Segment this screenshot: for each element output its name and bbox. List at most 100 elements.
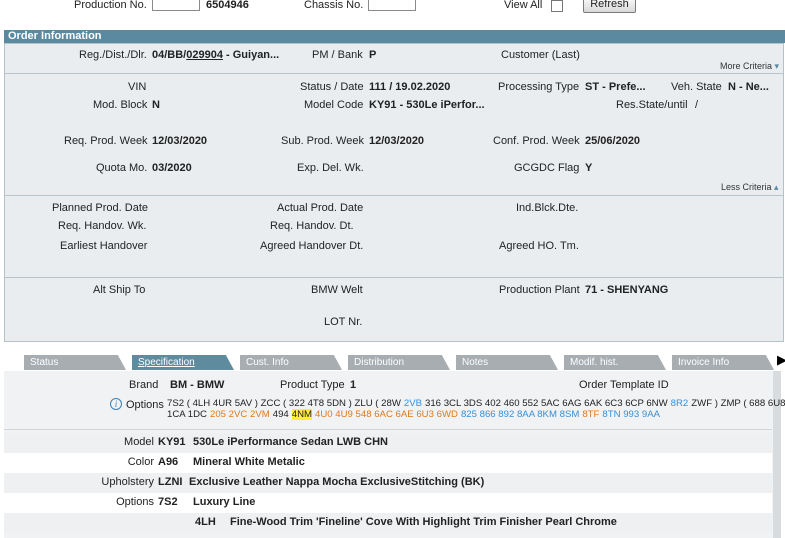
production-plant-label: Production Plant <box>499 284 580 296</box>
production-no-label: Production No. <box>74 0 147 11</box>
req-handover-date-label: Req. Handov. Dt. <box>270 220 354 232</box>
brand-value: BM - BMW <box>170 379 225 391</box>
vin-label: VIN <box>128 81 147 93</box>
triangle-up-icon: ▴ <box>774 182 779 192</box>
gcgdc-flag-value: Y <box>585 162 593 174</box>
divider <box>4 195 784 196</box>
option-code-group: 316 3CL 3DS 402 460 552 5AC 6AG 6AK 6C3 … <box>425 398 668 409</box>
tab-invoice-info[interactable]: Invoice Info <box>672 355 774 370</box>
model-code-value: KY91 - 530Le iPerfor... <box>369 99 485 111</box>
spec-row <box>4 453 772 473</box>
product-type-value: 1 <box>350 379 357 391</box>
divider <box>4 73 784 74</box>
earliest-handover-label: Earliest Handover <box>60 240 148 252</box>
production-no-input[interactable] <box>152 0 200 11</box>
vehicle-state-label: Veh. State <box>671 81 722 93</box>
processing-type-label: Processing Type <box>498 81 580 93</box>
tab-status[interactable]: Status <box>24 355 126 370</box>
options-codes-line-1: 7S2 ( 4LH 4UR 5AV ) ZCC ( 322 4T8 5DN ) … <box>167 398 785 409</box>
vehicle-state-value: N - Ne... <box>728 81 769 93</box>
option-code-group: 4U0 4U9 548 6AC 6AE 6U3 6WD <box>315 409 458 420</box>
option-code-group: 825 866 892 8AA 8KM 8SM <box>460 409 580 420</box>
spec-row-description: Luxury Line <box>193 496 256 508</box>
chassis-no-label: Chassis No. <box>304 0 364 11</box>
vertical-scrollbar[interactable] <box>773 371 781 538</box>
view-all-checkbox[interactable] <box>551 0 563 12</box>
reg-dist-dlr-label: Reg./Dist./Dlr. <box>79 49 147 61</box>
options-codes-line-2: 1CA 1DC 205 2VC 2VM 494 4NM 4U0 4U9 548 6AC … <box>167 409 663 420</box>
spec-row-label: Model <box>124 436 154 448</box>
tab-modif-hist[interactable]: Modif. hist. <box>564 355 666 370</box>
tab-distribution[interactable]: Distribution <box>348 355 450 370</box>
ind-blck-date-label: Ind.Blck.Dte. <box>516 202 579 214</box>
quota-month-label: Quota Mo. <box>96 162 148 174</box>
res-state-value: / <box>695 99 699 111</box>
triangle-right-icon[interactable]: ▶ <box>777 352 785 368</box>
bmw-welt-label: BMW Welt <box>311 284 363 296</box>
req-handover-week-label: Req. Handov. Wk. <box>58 220 147 232</box>
spec-row-code: A96 <box>158 456 179 468</box>
status-date-label: Status / Date <box>300 81 364 93</box>
mod-block-label: Mod. Block <box>93 99 148 111</box>
option-code-group: 8TF <box>582 409 600 420</box>
option-code-group: 2VB <box>403 398 423 409</box>
brand-label: Brand <box>129 379 159 391</box>
agreed-ho-time-label: Agreed HO. Tm. <box>499 240 579 252</box>
processing-type-value: ST - Prefe... <box>585 81 646 93</box>
spec-row-description: Mineral White Metalic <box>193 456 305 468</box>
option-code-group: 7S2 ( 4LH 4UR 5AV ) ZCC ( 322 4T8 5DN ) … <box>167 398 401 409</box>
less-criteria-link[interactable]: Less Criteria ▴ <box>721 182 779 193</box>
res-state-label: Res.State/until <box>616 99 688 111</box>
spec-row-description: 530Le iPerformance Sedan LWB CHN <box>193 436 389 448</box>
option-code-group: ZWF ) ZMP ( 688 6U8 ) <box>691 398 785 409</box>
gcgdc-flag-label: GCGDC Flag <box>514 162 580 174</box>
production-no-value: 6504946 <box>206 0 249 11</box>
spec-row-code: LZNI <box>158 476 183 488</box>
conf-prod-week-label: Conf. Prod. Week <box>493 135 580 147</box>
spec-row-description: Fine-Wood Trim 'Fineline' Cove With High… <box>230 516 617 528</box>
divider <box>4 429 772 430</box>
spec-row-code: 7S2 <box>158 496 178 508</box>
alt-ship-to-label: Alt Ship To <box>93 284 146 296</box>
exp-del-week-label: Exp. Del. Wk. <box>297 162 364 174</box>
mod-block-value: N <box>152 99 160 111</box>
spec-row-label: Color <box>127 456 154 468</box>
option-code-group: 8R2 <box>670 398 689 409</box>
option-code-group: 1CA 1DC <box>167 409 207 420</box>
options-label: Options <box>126 399 164 411</box>
divider <box>4 277 784 278</box>
agreed-handover-date-label: Agreed Handover Dt. <box>260 240 364 252</box>
more-criteria-link[interactable]: More Criteria ▾ <box>720 61 779 72</box>
option-code-group: 8TN 993 9AA <box>602 409 661 420</box>
option-code-group: 494 <box>272 409 289 420</box>
triangle-down-icon: ▾ <box>774 61 780 71</box>
tab-notes[interactable]: Notes <box>456 355 558 370</box>
spec-row-label: Upholstery <box>101 476 154 488</box>
order-template-id-label: Order Template ID <box>579 379 669 391</box>
production-plant-value: 71 - SHENYANG <box>585 284 669 296</box>
chassis-no-input[interactable] <box>368 0 416 11</box>
sub-prod-week-value: 12/03/2020 <box>369 135 425 147</box>
lot-nr-label: LOT Nr. <box>324 316 363 328</box>
customer-last-label: Customer (Last) <box>501 49 580 61</box>
spec-row-code: 4LH <box>195 516 216 528</box>
option-code-group: 205 2VC 2VM <box>210 409 270 420</box>
req-prod-week-value: 12/03/2020 <box>152 135 208 147</box>
view-all-label: View All <box>504 0 543 11</box>
dealer-link[interactable]: 029904 <box>186 49 223 61</box>
actual-prod-date-label: Actual Prod. Date <box>277 202 364 214</box>
spec-row-description: Exclusive Leather Nappa Mocha ExclusiveS… <box>189 476 485 488</box>
sub-prod-week-label: Sub. Prod. Week <box>281 135 364 147</box>
model-code-label: Model Code <box>304 99 364 111</box>
reg-dist-dlr-value: 04/BB/029904 - Guiyan... <box>152 49 280 61</box>
tab-specification[interactable]: Specification <box>132 355 234 370</box>
planned-prod-date-label: Planned Prod. Date <box>52 202 149 214</box>
product-type-label: Product Type <box>280 379 345 391</box>
option-code-group: 4NM <box>291 409 313 420</box>
info-circle-icon[interactable]: i <box>110 398 122 410</box>
refresh-button[interactable]: Refresh <box>583 0 636 13</box>
req-prod-week-label: Req. Prod. Week <box>64 135 148 147</box>
pm-bank-label: PM / Bank <box>312 49 363 61</box>
tab-cust-info[interactable]: Cust. Info <box>240 355 342 370</box>
conf-prod-week-value: 25/06/2020 <box>585 135 641 147</box>
